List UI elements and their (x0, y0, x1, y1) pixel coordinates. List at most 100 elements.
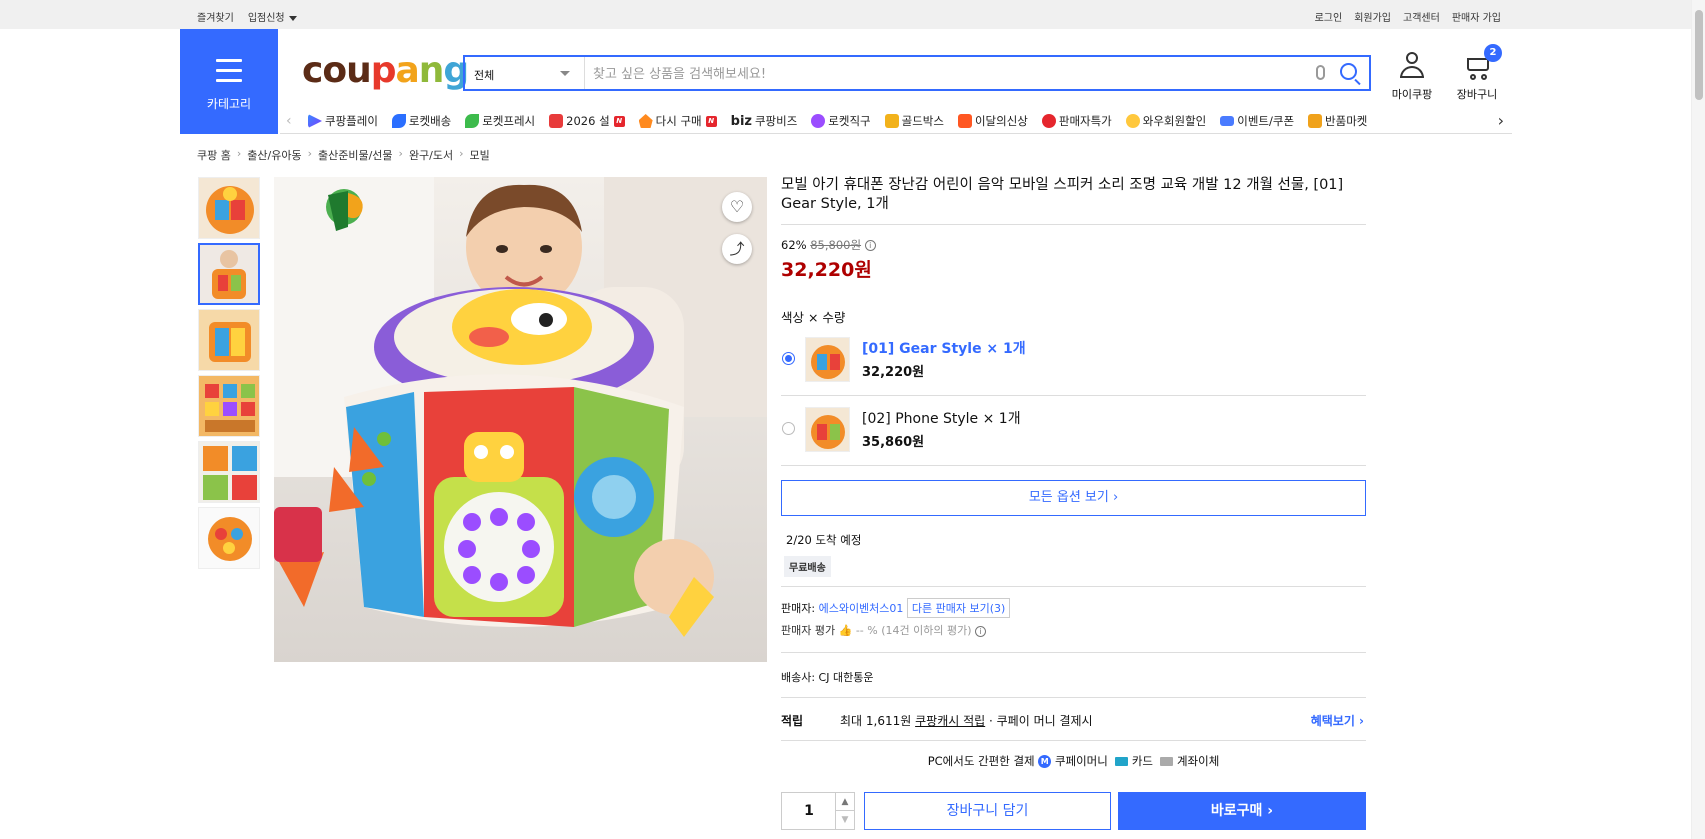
cart-count-badge: 2 (1484, 44, 1502, 62)
option-label: 색상 × 수량 (781, 310, 846, 325)
option-item-gear-style[interactable]: [01] Gear Style × 1개 32,220원 (781, 326, 1366, 396)
market-icon (1308, 114, 1323, 128)
breadcrumb-item[interactable]: 쿠팡 홈 (197, 147, 231, 163)
reward-row: 적립 최대 1,611원 쿠팡캐시 적립 · 쿠페이 머니 결제시 혜택보기 › (781, 697, 1366, 741)
info-icon[interactable]: i (864, 240, 876, 251)
payment-methods-bar: PC에서도 간편한 결제 M 쿠페이머니 카드 계좌이체 (781, 753, 1366, 769)
product-thumbnail[interactable] (198, 507, 260, 569)
product-thumbnail[interactable] (198, 309, 260, 371)
coupang-cash-link[interactable]: 쿠팡캐시 적립 (915, 714, 985, 728)
nav-item-coupang-biz[interactable]: biz 쿠팡비즈 (731, 113, 798, 129)
view-benefits-link[interactable]: 혜택보기 › (1311, 712, 1364, 729)
nav-item-coupang-play[interactable]: 쿠팡플레이 (308, 113, 378, 129)
breadcrumb-item[interactable]: 출산/유아동 (247, 147, 301, 163)
chevron-down-icon (288, 15, 297, 21)
seller-name-link[interactable]: 에스와이벤처스01 (819, 602, 904, 615)
gift-icon (549, 114, 564, 128)
option-item-phone-style[interactable]: [02] Phone Style × 1개 35,860원 (781, 396, 1366, 466)
product-thumbnail[interactable] (198, 441, 260, 503)
coupay-money-label: 쿠페이머니 (1054, 754, 1108, 768)
reward-label: 적립 (781, 714, 804, 728)
chevron-right-icon: › (236, 147, 242, 160)
chevron-right-icon: › (307, 147, 312, 160)
sale-price: 32,220원 (781, 259, 872, 281)
nav-item-return-market[interactable]: 반품마켓 (1308, 113, 1367, 129)
bank-transfer-label: 계좌이체 (1176, 754, 1220, 768)
nav-item-new-year[interactable]: 2026 설N (549, 113, 625, 129)
buy-now-button[interactable]: 바로구매 › (1118, 792, 1366, 830)
bank-transfer-icon (1160, 757, 1174, 766)
breadcrumb-item[interactable]: 출산준비물/선물 (318, 147, 393, 163)
discount-rate: 62% (781, 238, 807, 252)
nav-item-wow-discount[interactable]: 와우회원할인 (1125, 113, 1206, 129)
signup-link[interactable]: 회원가입 (1354, 9, 1391, 24)
card-icon (1115, 757, 1129, 766)
search-category-select[interactable]: 전체 (465, 57, 585, 89)
quantity-value[interactable]: 1 (782, 793, 836, 829)
user-icon (1399, 52, 1425, 80)
option-price: 32,220원 (862, 365, 925, 380)
breadcrumb: 쿠팡 홈 › 출산/유아동 › 출산준비물/선물 › 완구/도서 › 모빌 (197, 147, 490, 163)
main-product-image[interactable] (274, 177, 767, 662)
rocket-icon (391, 114, 406, 128)
nav-next-icon[interactable]: › (1498, 111, 1504, 130)
radio-selected[interactable] (782, 352, 795, 365)
breadcrumb-item[interactable]: 완구/도서 (409, 147, 453, 163)
product-thumbnail[interactable] (198, 375, 260, 437)
quantity-stepper[interactable]: 1 ▲ ▼ (781, 792, 855, 830)
vendor-apply-menu[interactable]: 입점신청 (248, 9, 297, 24)
coupang-logo[interactable]: coupang (302, 50, 469, 91)
add-to-cart-button[interactable]: 장바구니 담기 (864, 792, 1111, 830)
info-icon[interactable]: i (975, 626, 986, 637)
carrier-info: 배송사: CJ 대한통운 (781, 652, 1366, 685)
seller-row: 판매자: 에스와이벤처스01 다른 판매자 보기(3) (781, 598, 1366, 618)
original-price: 85,800원 (810, 238, 862, 252)
increase-icon[interactable]: ▲ (835, 793, 854, 811)
option-thumbnail (805, 407, 850, 452)
nav-item-rocket-global[interactable]: 로켓직구 (811, 113, 871, 129)
search-icon[interactable] (1340, 63, 1357, 80)
login-link[interactable]: 로그인 (1315, 9, 1343, 24)
card-label: 카드 (1131, 754, 1153, 768)
nav-item-goldbox[interactable]: 골드박스 (884, 113, 944, 129)
thumbnail-list (198, 177, 260, 573)
chevron-right-icon: › (459, 147, 464, 160)
product-thumbnail-selected[interactable] (198, 243, 260, 305)
wishlist-heart-icon[interactable]: ♡ (722, 192, 752, 222)
seller-signup-link[interactable]: 판매자 가입 (1452, 9, 1501, 24)
nav-item-events-coupons[interactable]: 이벤트/쿠폰 (1220, 113, 1294, 129)
quick-nav-bar: ‹ 쿠팡플레이 로켓배송 로켓프레시 2026 설N 다시 구매 N biz 쿠팡비… (280, 108, 1512, 134)
nav-item-rocket-fresh[interactable]: 로켓프레시 (465, 113, 535, 129)
top-utility-bar: 즐겨찾기 입점신청 로그인 회원가입 고객센터 판매자 가입 (0, 0, 1705, 29)
nav-item-rocket-delivery[interactable]: 로켓배송 (391, 113, 451, 129)
nav-item-rebuy[interactable]: 다시 구매 N (638, 113, 717, 129)
bookmark-link[interactable]: 즐겨찾기 (197, 9, 234, 24)
decrease-icon[interactable]: ▼ (835, 811, 854, 829)
biz-icon: biz (730, 113, 752, 129)
other-sellers-button[interactable]: 다른 판매자 보기(3) (906, 598, 1011, 618)
option-name: [02] Phone Style × 1개 (862, 411, 1021, 427)
my-coupang-button[interactable]: 마이쿠팡 (1390, 52, 1434, 102)
page-scrollbar[interactable] (1691, 0, 1705, 839)
radio-unselected[interactable] (782, 422, 795, 435)
play-icon (308, 114, 322, 128)
search-input[interactable] (593, 63, 1293, 85)
free-shipping-badge: 무료배송 (784, 556, 831, 577)
share-icon[interactable]: ⤴ (722, 234, 752, 264)
customer-center-link[interactable]: 고객센터 (1403, 9, 1440, 24)
thumbs-up-icon: 👍 (838, 624, 853, 637)
category-menu-button[interactable]: 카테고리 (180, 29, 278, 134)
view-all-options-button[interactable]: 모든 옵션 보기 › (781, 480, 1366, 516)
chevron-right-icon: › (398, 147, 403, 160)
brand-logo (314, 187, 370, 247)
scrollbar-thumb[interactable] (1695, 10, 1703, 100)
microphone-icon[interactable] (1316, 65, 1325, 80)
nav-item-seller-deal[interactable]: 판매자특가 (1041, 113, 1112, 129)
product-thumbnail[interactable] (198, 177, 260, 239)
breadcrumb-item[interactable]: 모빌 (470, 147, 490, 163)
nav-prev-icon[interactable]: ‹ (286, 113, 292, 129)
wow-icon (1125, 114, 1140, 128)
nav-item-new-arrivals[interactable]: 이달의신상 (957, 113, 1028, 129)
option-price: 35,860원 (862, 435, 925, 450)
option-thumbnail (805, 337, 850, 382)
